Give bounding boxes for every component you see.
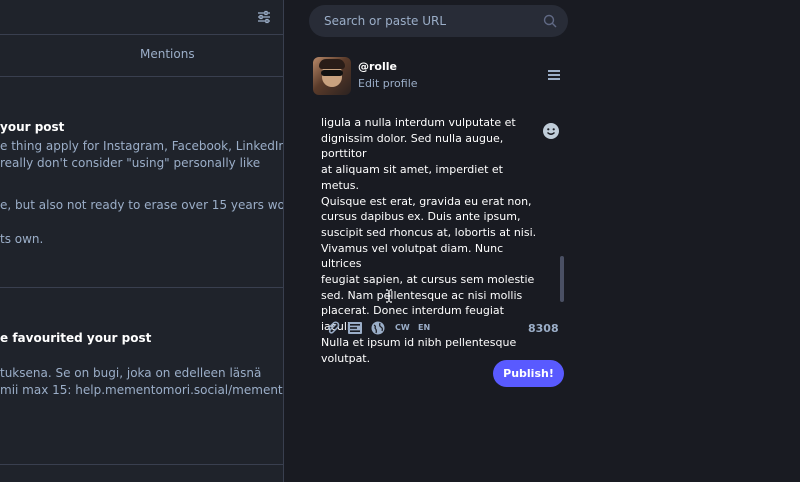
poll-icon[interactable] — [347, 320, 363, 336]
language-selector[interactable]: EN — [418, 323, 430, 332]
globe-icon[interactable] — [370, 320, 386, 336]
compose-column: @rolle Edit profile ligula a nulla inter… — [285, 0, 800, 482]
search-icon[interactable] — [543, 14, 557, 28]
divider — [0, 464, 283, 465]
notifications-column: Mentions your post e thing apply for Ins… — [0, 0, 284, 482]
divider — [0, 287, 283, 288]
notification-body-line: ts own. — [0, 232, 44, 246]
textarea-scrollbar[interactable] — [560, 256, 564, 302]
column-header — [0, 0, 283, 35]
publish-button[interactable]: Publish! — [493, 360, 564, 387]
settings-sliders-icon[interactable] — [257, 10, 271, 24]
edit-profile-link[interactable]: Edit profile — [358, 77, 418, 90]
notification-tabs: Mentions — [0, 35, 283, 77]
notification-body-line — [0, 172, 283, 189]
search-bar — [309, 5, 568, 37]
text-cursor-icon — [386, 289, 392, 303]
character-counter: 8308 — [528, 322, 559, 335]
notification-item[interactable]: your post e thing apply for Instagram, F… — [0, 120, 284, 248]
notification-body-line — [0, 214, 283, 231]
notification-body-line: e, but also not ready to erase over 15 y… — [0, 198, 284, 212]
hamburger-menu-icon[interactable] — [548, 70, 560, 80]
notification-body-line: e thing apply for Instagram, Facebook, L… — [0, 139, 284, 153]
notification-title: your post — [0, 120, 65, 134]
notification-body-line: really don't consider "using" personally… — [0, 156, 261, 170]
notification-item[interactable]: e favourited your post tuksena. Se on bu… — [0, 331, 284, 399]
content-warning-toggle[interactable]: CW — [395, 323, 410, 332]
avatar[interactable] — [313, 57, 351, 95]
search-input[interactable] — [309, 5, 568, 37]
notification-body-line: tuksena. Se on bugi, joka on edelleen lä… — [0, 366, 262, 380]
account-username: @rolle — [358, 60, 397, 73]
tab-mentions[interactable]: Mentions — [140, 47, 195, 61]
emoji-icon[interactable] — [542, 122, 560, 140]
notification-body-line: mii max 15: help.mementomori.social/meme… — [0, 383, 284, 397]
notification-title: e favourited your post — [0, 331, 152, 345]
attach-icon[interactable] — [325, 320, 341, 336]
